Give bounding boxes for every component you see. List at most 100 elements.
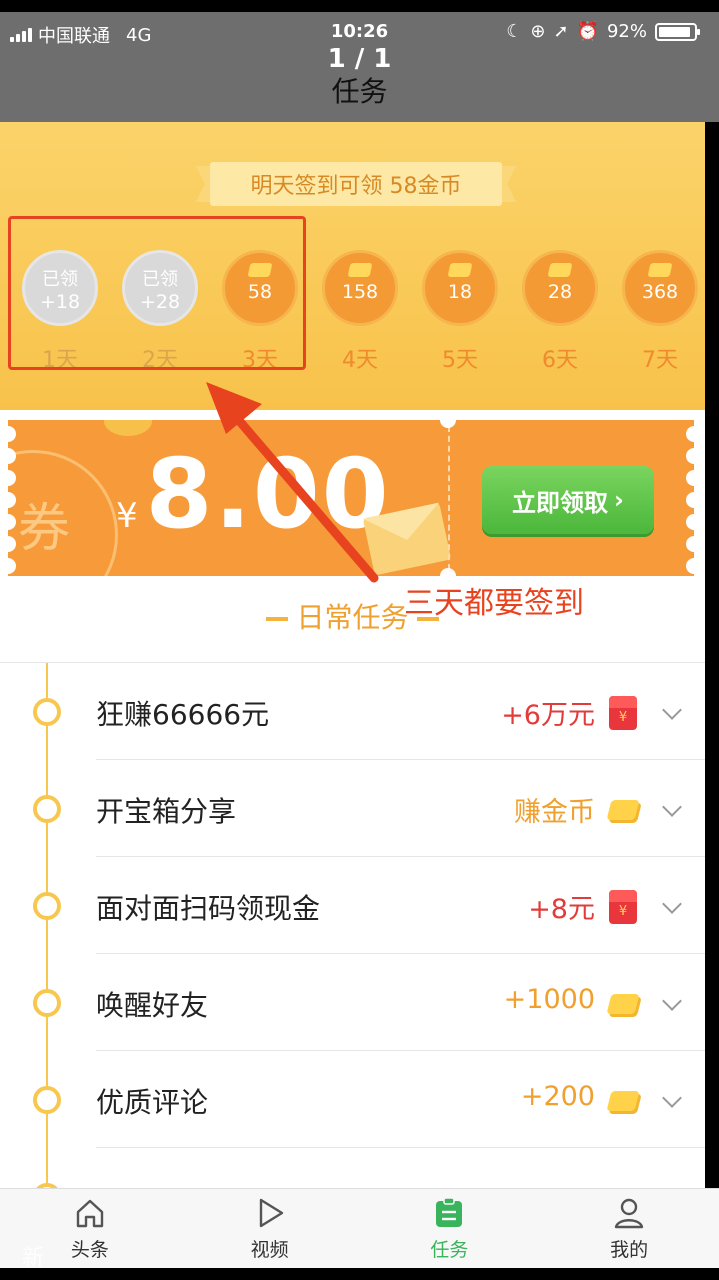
- gold-ingot-icon: [606, 800, 640, 820]
- timeline-dot: [33, 698, 61, 726]
- timeline-dot: [33, 989, 61, 1017]
- day-label: 4天: [342, 348, 378, 373]
- coupon-stamp-text: 券: [18, 499, 71, 559]
- home-icon: [76, 1199, 104, 1228]
- task-reward: +1000: [503, 984, 595, 1015]
- battery-icon: [655, 22, 700, 41]
- chevron-down-icon[interactable]: [662, 1088, 682, 1108]
- checkin-day[interactable]: 18 5天: [422, 250, 498, 373]
- task-row[interactable]: 唤醒好友 +1000: [0, 954, 705, 1051]
- chevron-down-icon[interactable]: [662, 894, 682, 914]
- checkin-day[interactable]: 158 4天: [322, 250, 398, 373]
- task-name: 开宝箱分享: [96, 795, 237, 828]
- timeline-dot: [33, 892, 61, 920]
- task-row[interactable]: 优质评论 +200: [0, 1051, 705, 1148]
- coupon-card: 券 ¥ 8.00 立即领取 ›: [8, 420, 694, 576]
- tab-tasks[interactable]: 任务: [360, 1189, 540, 1268]
- task-reward: +8元: [528, 894, 595, 925]
- coupon-notch: [686, 514, 694, 530]
- timeline-dot: [33, 795, 61, 823]
- play-icon: [259, 1198, 283, 1228]
- claim-now-button[interactable]: 立即领取 ›: [482, 466, 654, 534]
- day-points: 28: [547, 281, 573, 303]
- coupon-value: 8.00: [145, 438, 391, 550]
- reward-coin: 28: [522, 250, 598, 326]
- tab-label: 我的: [610, 1239, 649, 1261]
- coupon-notch: [686, 558, 694, 574]
- reward-coin: 18: [422, 250, 498, 326]
- reward-coin: 368: [622, 250, 698, 326]
- day-label: 6天: [542, 348, 578, 373]
- checkin-section: 明天签到可领 58金币 已领 +18 1天 已领 +28 2天 58 3天 158 4天 18 5天 2…: [0, 122, 705, 410]
- chevron-down-icon[interactable]: [662, 991, 682, 1011]
- screen-edge: [705, 122, 719, 1188]
- chevron-right-icon: ›: [614, 486, 624, 514]
- coupon-notch: [686, 536, 694, 552]
- coupon-divider: [448, 426, 450, 570]
- coupon-notch: [440, 568, 456, 576]
- annotation-highlight-box: [8, 216, 306, 370]
- reward-coin: 158: [322, 250, 398, 326]
- task-name: 面对面扫码领现金: [96, 892, 321, 925]
- gold-ingot-icon: [447, 263, 473, 277]
- gold-ingot-icon: [606, 1091, 640, 1111]
- daily-tasks-title: 日常任务: [296, 601, 409, 634]
- checkin-banner: 明天签到可领 58金币: [196, 158, 516, 210]
- task-reward: +6万元: [501, 700, 595, 731]
- annotation-text: 三天都要签到: [404, 586, 584, 621]
- tab-video[interactable]: 视频: [180, 1189, 360, 1268]
- currency-symbol: ¥: [116, 496, 138, 536]
- checkin-day[interactable]: 28 6天: [522, 250, 598, 373]
- tab-label: 视频: [250, 1239, 289, 1261]
- coupon-notch: [440, 420, 456, 428]
- tab-mine[interactable]: 我的: [539, 1189, 719, 1268]
- tab-label: 头条: [70, 1239, 109, 1261]
- task-name: 狂赚66666元: [96, 698, 270, 731]
- coupon-notch: [686, 426, 694, 442]
- tab-label: 任务: [430, 1239, 469, 1261]
- coupon-notch: [686, 492, 694, 508]
- page-title: 任务: [331, 75, 388, 108]
- chevron-down-icon[interactable]: [662, 700, 682, 720]
- gold-ingot-icon: [547, 263, 573, 277]
- task-icon: [436, 1197, 463, 1227]
- person-icon: [614, 1198, 644, 1229]
- battery-percent: 92%: [606, 21, 647, 42]
- task-reward: +200: [520, 1081, 595, 1112]
- coupon-notch: [686, 470, 694, 486]
- task-row[interactable]: 开宝箱分享 赚金币: [0, 760, 705, 857]
- task-name: 唤醒好友: [96, 989, 209, 1022]
- red-envelope-icon: [609, 696, 637, 730]
- task-page-content[interactable]: 明天签到可领 58金币 已领 +18 1天 已领 +28 2天 58 3天 158 4天 18 5天 2…: [0, 122, 705, 1188]
- location-icon: ➚: [553, 21, 569, 42]
- day-points: 158: [341, 281, 379, 303]
- coin-decoration-icon: [104, 420, 152, 436]
- nav-bar: 1 / 1 任务: [0, 44, 719, 122]
- red-envelope-icon: [609, 890, 637, 924]
- daily-tasks-heading: 日常任务: [0, 596, 705, 636]
- coupon-notch: [686, 448, 694, 464]
- alarm-icon: ⏰: [576, 21, 599, 42]
- checkin-banner-text: 明天签到可领 58金币: [250, 174, 462, 199]
- day-points: 368: [641, 281, 679, 303]
- task-name: 优质评论: [96, 1086, 209, 1119]
- task-row[interactable]: 面对面扫码领现金 +8元: [0, 857, 705, 954]
- task-reward: 赚金币: [514, 797, 595, 828]
- task-list: 狂赚66666元 +6万元开宝箱分享 赚金币面对面扫码领现金 +8元唤醒好友 +1000…: [0, 662, 705, 1188]
- gold-ingot-icon: [347, 263, 373, 277]
- task-row-partial[interactable]: [0, 1148, 705, 1188]
- gold-ingot-icon: [647, 263, 673, 277]
- bottom-strip: [0, 1268, 719, 1280]
- coupon-notch: [8, 426, 16, 442]
- day-label: 5天: [442, 348, 478, 373]
- checkin-day[interactable]: 368 7天: [622, 250, 698, 373]
- task-row[interactable]: 狂赚66666元 +6万元: [0, 663, 705, 760]
- coupon-amount: ¥ 8.00: [116, 438, 391, 550]
- gold-ingot-icon: [606, 994, 640, 1014]
- day-points: 18: [447, 281, 473, 303]
- lock-rotation-icon: ⊕: [530, 21, 546, 42]
- claim-now-label: 立即领取: [512, 488, 609, 517]
- moon-icon: ☾: [506, 21, 523, 42]
- tab-bar: 头条 视频 任务 我的: [0, 1188, 719, 1268]
- chevron-down-icon[interactable]: [662, 797, 682, 817]
